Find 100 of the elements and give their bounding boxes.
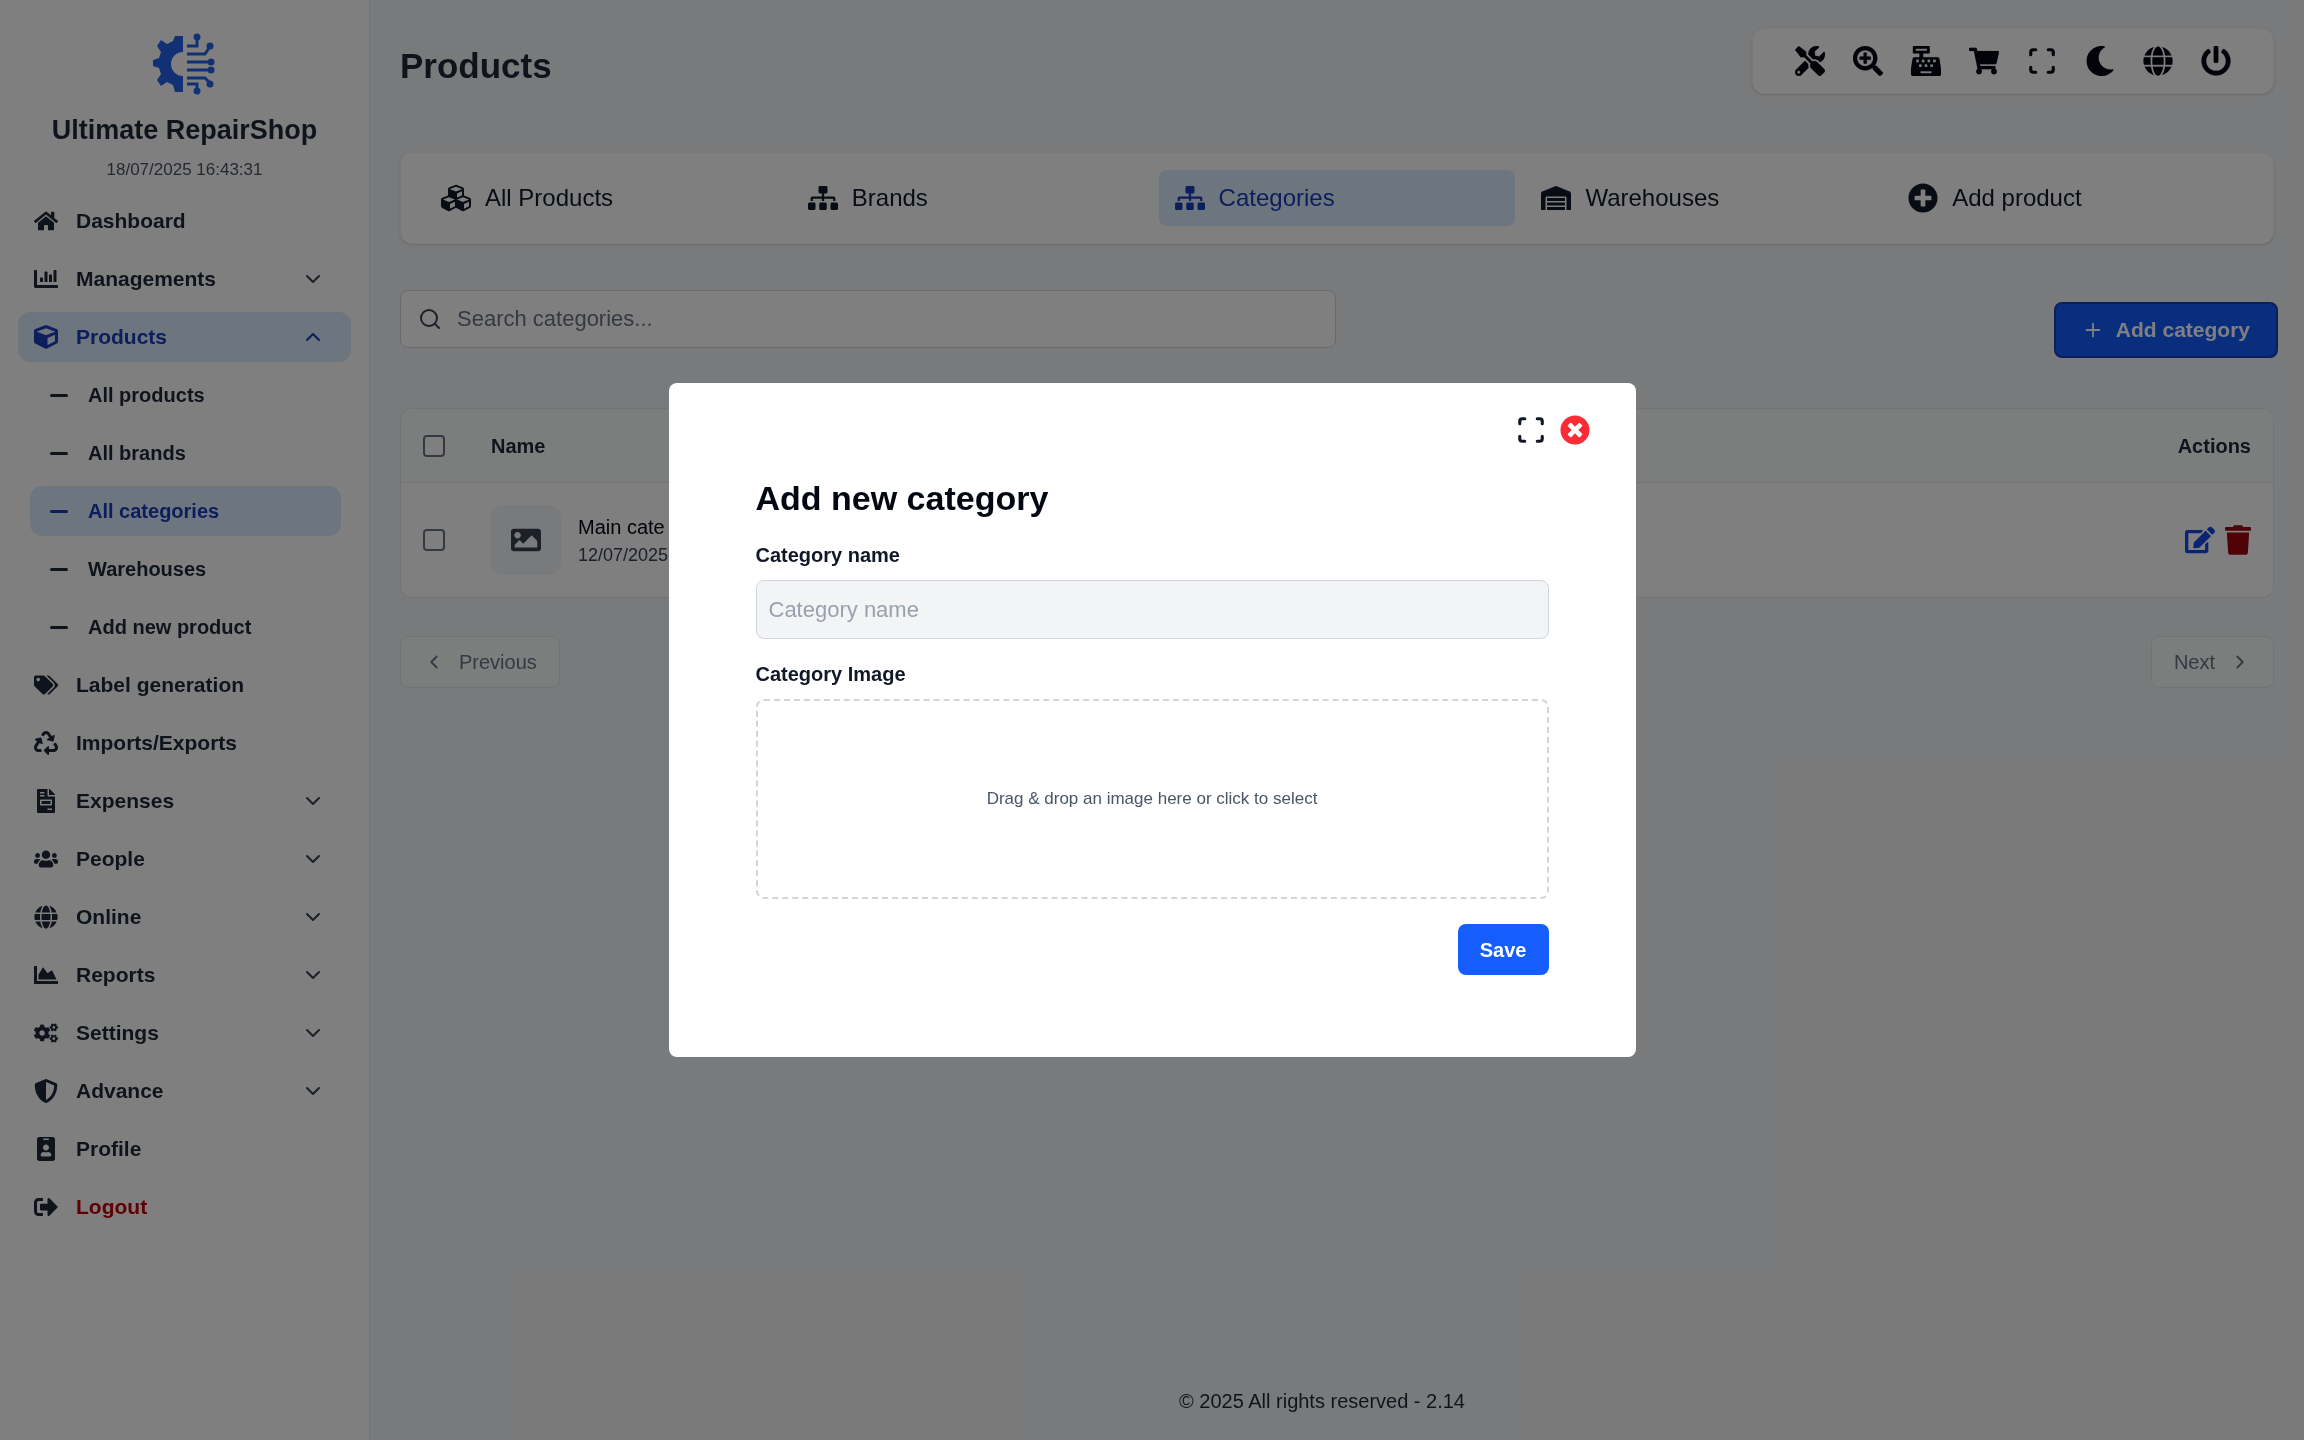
submenu-item[interactable]: Warehouses [30,544,341,594]
area-chart-icon [34,963,58,987]
sidebar-label: Settings [76,1020,160,1047]
footer-text: © 2025 All rights reserved - 2.14 [1179,1389,1465,1414]
submenu-item[interactable]: All categories [30,486,341,536]
tab[interactable]: Add product [1892,170,2249,226]
tab[interactable]: Brands [791,170,1149,226]
sidebar-item[interactable]: Profile [18,1124,351,1174]
dropzone-text: Drag & drop an image here or click to select [986,788,1318,811]
sidebar-label: Logout [76,1194,149,1221]
sidebar-item[interactable]: People [18,834,351,884]
moon-icon[interactable] [2085,46,2115,76]
sidebar-item[interactable]: Advance [18,1066,351,1116]
sidebar-label: Expenses [76,788,176,815]
next-button[interactable]: Next [2150,636,2274,688]
sidebar-label: Managements [76,266,218,293]
tab-label: Brands [851,183,928,213]
home-icon [34,209,58,233]
search-field[interactable]: Search categories... [400,290,1336,348]
submenu-item[interactable]: All brands [30,428,341,478]
submenu-label: All categories [88,499,220,524]
globe-icon[interactable] [2143,46,2173,76]
checkbox[interactable] [423,529,445,551]
column-header: Name [491,433,546,459]
recycle-icon [34,731,58,755]
sidebar-item[interactable]: Imports/Exports [18,718,351,768]
dash-icon [50,625,68,629]
submenu-label: Add new product [88,615,252,640]
column-header: Actions [2177,433,2251,459]
tab-label: All Products [485,183,614,213]
warehouse-icon [1541,183,1572,213]
checkbox[interactable] [423,434,445,457]
submenu-item[interactable]: All products [30,370,341,420]
gears-icon [34,1021,58,1045]
modal-title: Add new category [755,478,1050,519]
search-icon [418,307,442,331]
submenu-item[interactable]: Add new product [30,602,341,652]
sidebar-label: Dashboard [76,208,187,235]
sidebar-label: People [76,846,146,873]
sidebar-label: Profile [76,1136,143,1163]
power-icon[interactable] [2201,46,2231,76]
sidebar-label: Reports [76,962,157,989]
dash-icon [50,393,68,397]
previous-button[interactable]: Previous [400,636,560,688]
cube-icon [34,325,58,349]
badge-icon [34,1137,58,1161]
image-dropzone[interactable]: Drag & drop an image here or click to select [755,699,1549,899]
cash-register-icon[interactable] [1911,46,1941,76]
edit-icon[interactable] [2185,525,2215,555]
search-icon[interactable] [1853,46,1883,76]
bar-chart-icon [34,267,58,291]
tab-label: Warehouses [1585,183,1720,213]
submenu-label: All brands [88,441,186,466]
shield-icon [34,1079,58,1103]
tab[interactable]: Warehouses [1525,170,1883,226]
dash-icon [50,567,68,571]
sidebar-label: Label generation [76,672,246,699]
logout-icon [34,1195,58,1219]
sidebar-label: Products [76,324,168,351]
sidebar-label: Advance [76,1078,165,1105]
tools-icon[interactable] [1795,46,1825,76]
cubes-icon [441,183,471,213]
logo-icon [152,32,217,96]
dash-icon [50,451,68,455]
dash-icon [50,509,68,513]
submenu-label: All products [88,383,205,408]
date-time: 18/07/2025 16:43:31 [106,158,263,181]
category-name: Main cate [578,514,665,540]
tab-label: Categories [1218,183,1335,213]
hierarchy-icon [1174,183,1205,213]
fullscreen-icon[interactable] [1515,415,1546,445]
document-icon [34,789,58,813]
sidebar-item[interactable]: Expenses [18,776,351,826]
category-name-field[interactable]: Category name [755,580,1549,639]
sidebar-item[interactable]: Logout [18,1182,351,1232]
sidebar-item[interactable]: Label generation [18,660,351,710]
sidebar-item[interactable]: Settings [18,1008,351,1058]
trash-icon[interactable] [2225,525,2251,555]
tab[interactable]: All Products [425,170,782,226]
sidebar-item[interactable]: Online [18,892,351,942]
field-label: Category Image [755,662,907,687]
save-button[interactable]: Save [1457,924,1549,975]
sidebar-item[interactable]: Products [18,312,351,362]
sidebar-item[interactable]: Reports [18,950,351,1000]
add-category-button[interactable]: Add category [2053,302,2278,358]
submenu-label: Warehouses [88,557,207,582]
hierarchy-icon [807,183,838,213]
sidebar-label: Online [76,904,143,931]
sidebar-item[interactable]: Managements [18,254,351,304]
tab-label: Add product [1952,183,2082,213]
field-label: Category name [755,543,901,568]
sidebar-item[interactable]: Dashboard [18,196,351,246]
app-name: Ultimate RepairShop [51,114,318,147]
cart-icon[interactable] [1969,46,1999,76]
tab[interactable]: Categories [1158,170,1516,226]
close-icon[interactable] [1559,415,1590,445]
category-date: 12/07/2025 [578,543,669,567]
globe-icon [34,905,58,929]
sidebar-label: Imports/Exports [76,730,239,757]
page-title: Products [400,45,552,87]
